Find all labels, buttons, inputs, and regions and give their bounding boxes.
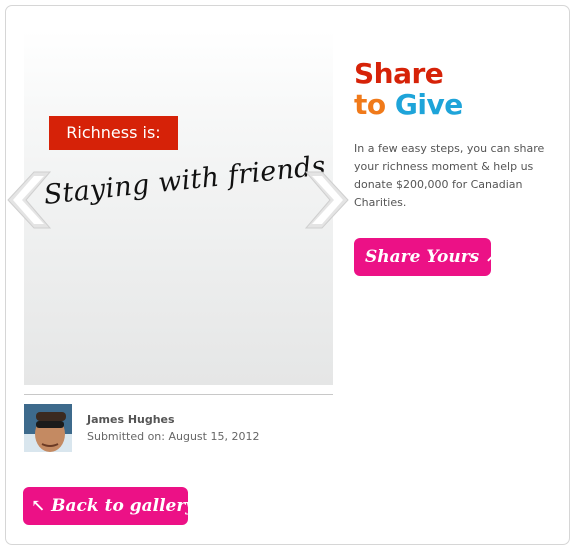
user-photo-icon	[24, 404, 72, 452]
next-slide-button[interactable]	[304, 170, 352, 230]
richness-tag: Richness is:	[49, 116, 178, 150]
previous-slide-button[interactable]	[4, 170, 52, 230]
title-give: Give	[394, 88, 463, 121]
author-name[interactable]: James Hughes	[87, 413, 175, 426]
back-to-gallery-label: Back to gallery	[51, 496, 196, 516]
share-yours-button[interactable]: Share Yours ↗	[354, 238, 499, 276]
back-to-gallery-button[interactable]: ↖ Back to gallery	[23, 487, 195, 525]
share-yours-label: Share Yours	[365, 247, 480, 267]
avatar[interactable]	[24, 404, 72, 452]
intro-text: In a few easy steps, you can share your …	[354, 142, 545, 209]
title-share: Share	[354, 57, 444, 90]
submission-date: Submitted on: August 15, 2012	[87, 430, 260, 443]
chevron-right-icon	[304, 171, 349, 229]
arrow-up-right-icon: ↗	[485, 247, 500, 267]
title-to: to	[354, 88, 386, 121]
divider	[24, 394, 333, 395]
page-title: Share to Give	[354, 58, 463, 120]
chevron-left-icon	[7, 171, 52, 229]
arrow-up-left-icon: ↖	[31, 496, 46, 516]
